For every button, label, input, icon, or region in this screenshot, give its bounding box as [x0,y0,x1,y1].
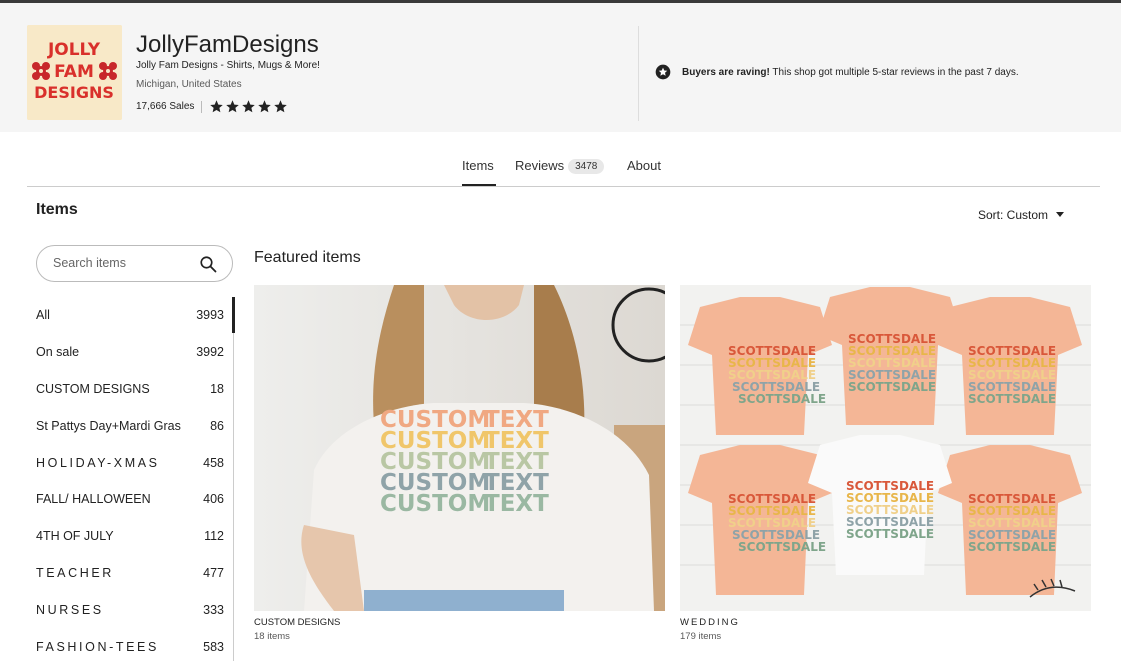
shop-tagline: Jolly Fam Designs - Shirts, Mugs & More! [136,60,320,71]
shop-name: JollyFamDesigns [136,31,319,58]
category-count: 3992 [196,345,224,359]
svg-text:FAM: FAM [54,62,94,82]
tab-reviews-label: Reviews [515,158,565,173]
category-label: NURSES [36,603,104,617]
featured-card-wedding[interactable]: SCOTTSDALE SCOTTSDALE SCOTTSDALE SCOTTSDALE… [680,285,1091,642]
category-count: 18 [210,382,224,396]
shop-location: Michigan, United States [136,79,242,90]
badge-star-icon [655,64,671,80]
sidebar-active-indicator [232,297,235,333]
sidebar-item-all[interactable]: All 3993 [36,308,224,322]
buyers-raving-notice: Buyers are raving! This shop got multipl… [655,64,1019,80]
category-label: All [36,308,50,322]
caret-down-icon [1056,212,1065,217]
category-count: 333 [203,603,224,617]
sidebar-item-teacher[interactable]: TEACHER 477 [36,566,224,580]
featured-image[interactable]: CUSTOM TEXT CUSTOM TEXT CUSTOM TEXT CUSTOM T… [254,285,665,611]
rave-bold: Buyers are raving! [682,66,770,78]
shop-sales-row: 17,666 Sales [136,99,288,114]
tabs-divider [27,186,1100,187]
sidebar-item-on-sale[interactable]: On sale 3992 [36,345,224,359]
tab-reviews[interactable]: Reviews 3478 [515,158,605,174]
star-icon [274,100,288,113]
category-count: 112 [204,529,224,543]
category-label: TEACHER [36,566,114,580]
svg-text:SCOTTSDALE: SCOTTSDALE [968,392,1056,406]
search-box [36,245,233,282]
sidebar-rail [233,297,234,661]
featured-card-title: WEDDING [680,617,740,628]
svg-text:SCOTTSDALE: SCOTTSDALE [968,540,1056,554]
category-label: FALL/ HALLOWEEN [36,492,151,506]
category-label: 4TH OF JULY [36,529,114,543]
star-icon [210,100,224,113]
svg-text:CUSTOM: CUSTOM [380,491,490,517]
svg-text:SCOTTSDALE: SCOTTSDALE [848,380,936,394]
sidebar-item-4th-of-july[interactable]: 4TH OF JULY 112 [36,529,224,543]
featured-card-count: 18 items [254,631,290,642]
category-label: FASHION-TEES [36,640,159,654]
rave-text: This shop got multiple 5-star reviews in… [769,66,1019,78]
category-label: CUSTOM DESIGNS [36,382,150,396]
category-label: On sale [36,345,80,359]
shop-tabs: Items Reviews 3478 About [0,152,1121,188]
category-count: 477 [203,566,224,580]
svg-text:DESIGNS: DESIGNS [34,83,114,102]
svg-text:JOLLY: JOLLY [47,40,101,60]
featured-heading: Featured items [254,249,361,266]
sort-label: Sort: Custom [978,208,1049,222]
category-label: HOLIDAY-XMAS [36,456,160,470]
featured-card-count: 179 items [680,631,722,642]
sidebar-item-custom-designs[interactable]: CUSTOM DESIGNS 18 [36,382,224,396]
search-input[interactable] [51,255,195,271]
star-icon [242,100,256,113]
category-count: 86 [210,419,224,433]
shop-logo[interactable]: JOLLY FAM DESIGNS [27,25,122,120]
items-heading: Items [36,201,78,218]
sidebar-item-holiday-xmas[interactable]: HOLIDAY-XMAS 458 [36,456,224,470]
category-count: 3993 [196,308,224,322]
category-count: 458 [203,456,224,470]
svg-text:SCOTTSDALE: SCOTTSDALE [846,527,934,541]
star-icon [258,100,272,113]
header-divider [638,26,639,121]
featured-image[interactable]: SCOTTSDALE SCOTTSDALE SCOTTSDALE SCOTTSDALE… [680,285,1091,611]
category-label: St Pattys Day+Mardi Gras [36,419,181,433]
category-count: 406 [203,492,224,506]
star-icon [226,100,240,113]
search-icon[interactable] [199,255,217,273]
sidebar-item-st-pattys[interactable]: St Pattys Day+Mardi Gras 86 [36,419,224,433]
sidebar-item-fall-halloween[interactable]: FALL/ HALLOWEEN 406 [36,492,224,506]
featured-card-title: CUSTOM DESIGNS [254,617,341,628]
rating-stars[interactable] [209,99,288,114]
divider [201,100,203,113]
svg-text:TEXT: TEXT [484,491,549,517]
category-count: 583 [203,640,224,654]
sidebar-item-nurses[interactable]: NURSES 333 [36,603,224,617]
sort-dropdown[interactable]: Sort: Custom [978,208,1065,222]
svg-text:SCOTTSDALE: SCOTTSDALE [738,540,826,554]
tab-about[interactable]: About [627,158,661,173]
sidebar-item-fashion-tees[interactable]: FASHION-TEES 583 [36,640,224,654]
featured-card-custom-designs[interactable]: CUSTOM TEXT CUSTOM TEXT CUSTOM TEXT CUSTOM T… [254,285,665,642]
shop-header: JOLLY FAM DESIGNS JollyFamDesigns Jolly … [0,3,1121,132]
svg-text:SCOTTSDALE: SCOTTSDALE [738,392,826,406]
tab-items[interactable]: Items [462,158,494,173]
reviews-count-badge: 3478 [568,159,605,174]
sales-count: 17,666 Sales [136,101,195,112]
